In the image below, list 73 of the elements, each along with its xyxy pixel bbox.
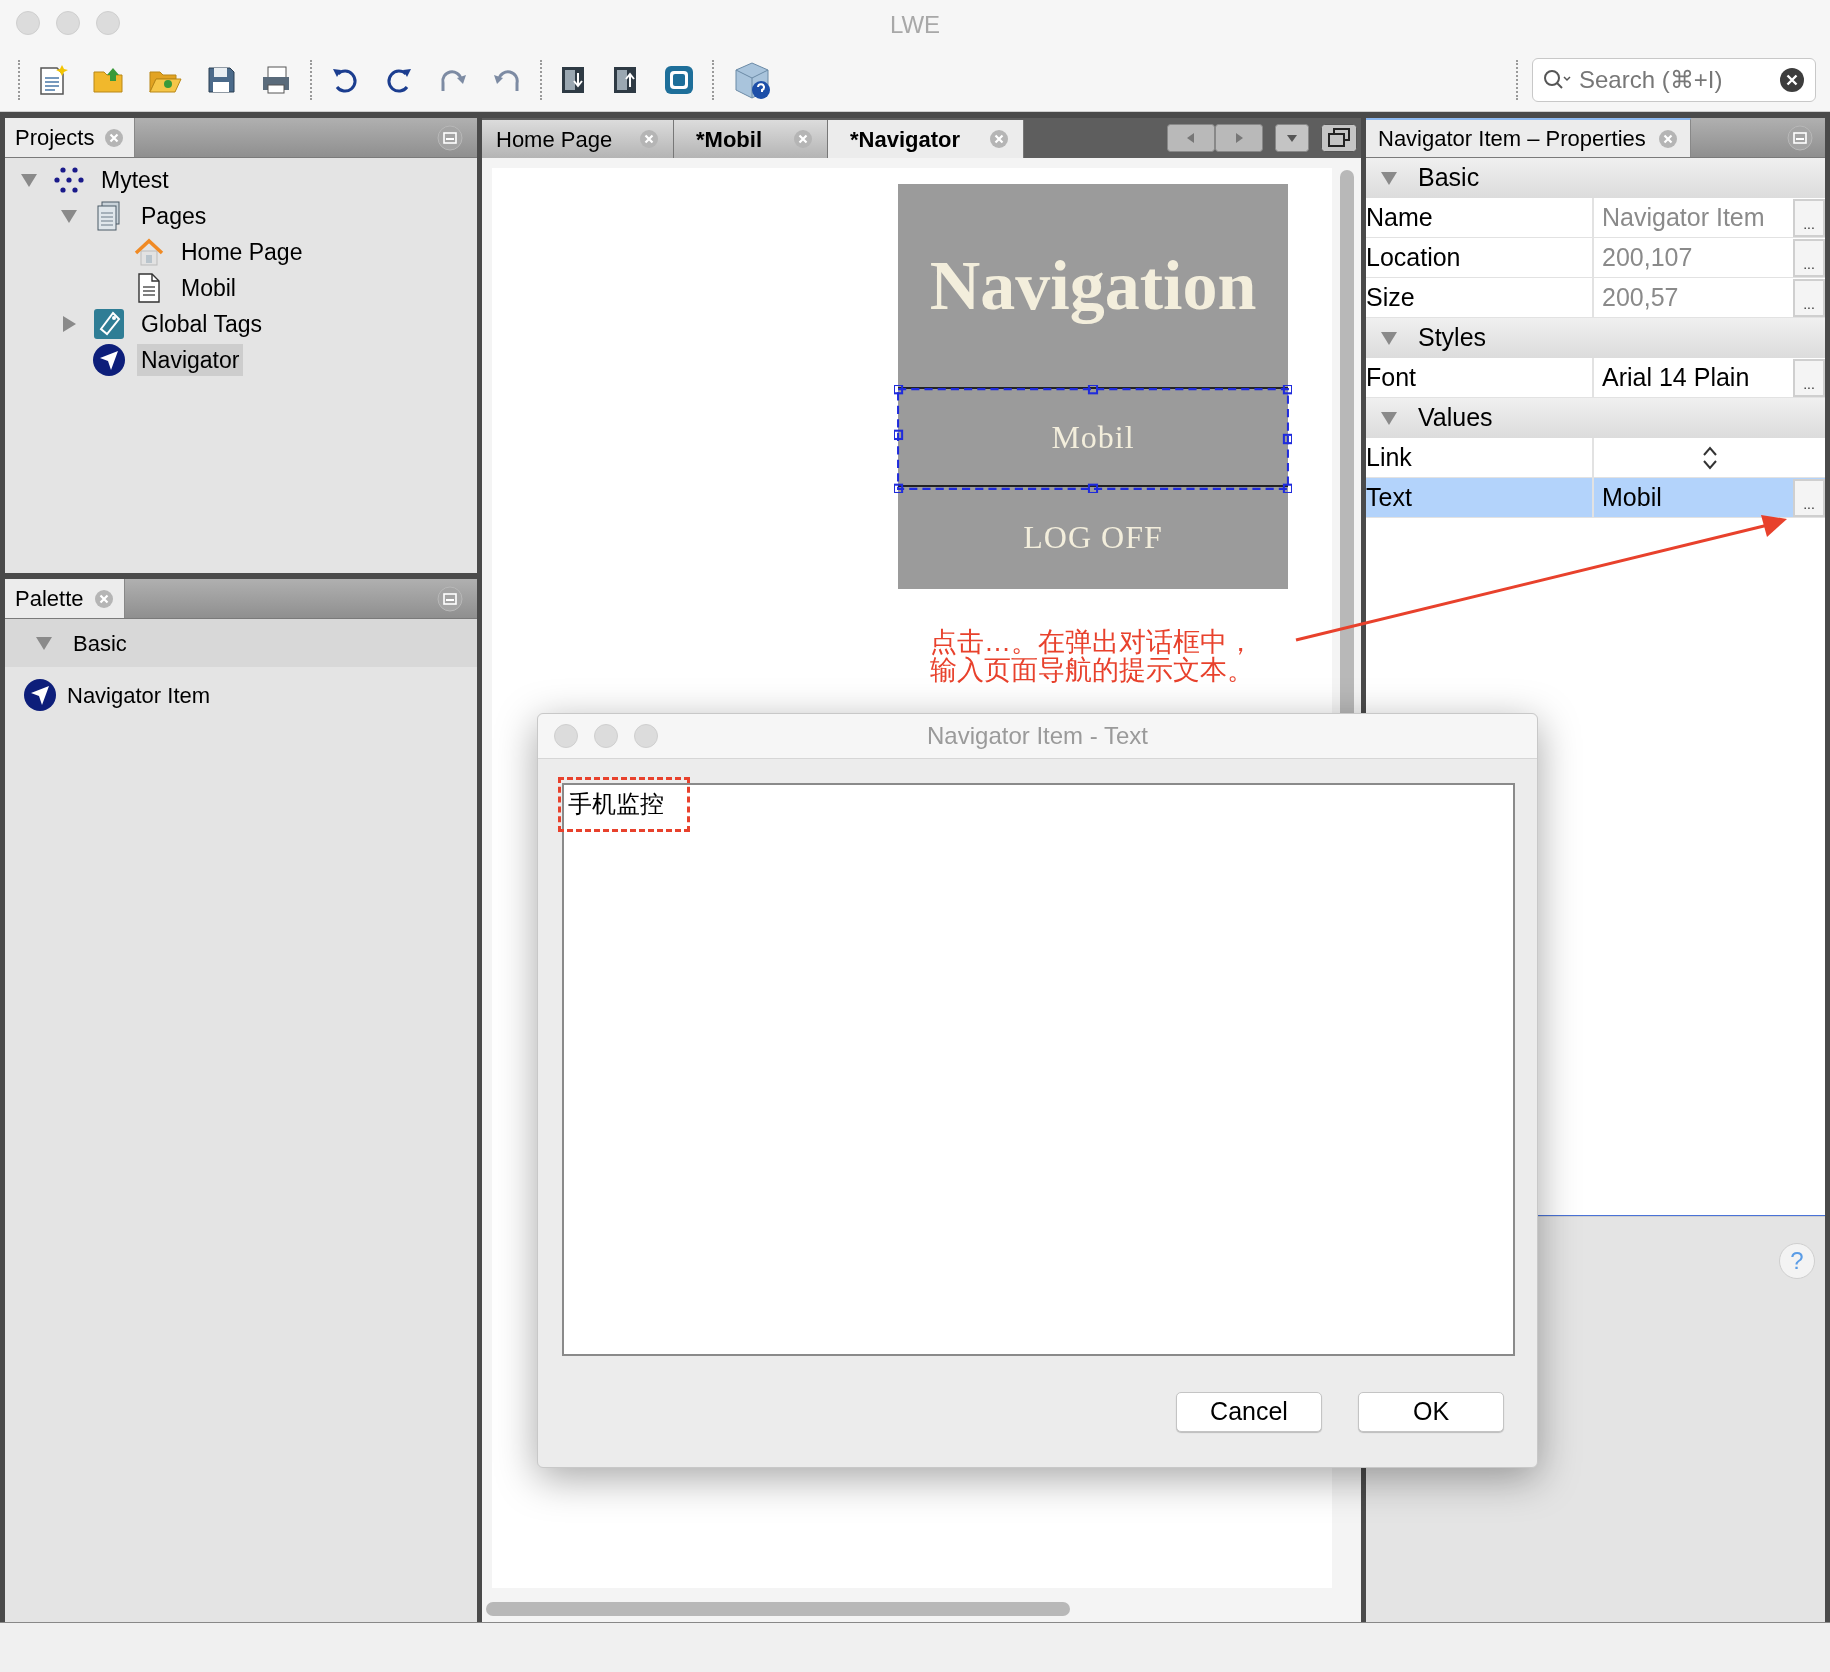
- ellipsis-button[interactable]: ...: [1793, 358, 1825, 397]
- search-field[interactable]: Search (⌘+I): [1579, 62, 1773, 98]
- collapse-triangle-icon[interactable]: [60, 208, 78, 224]
- panel-tab[interactable]: Projects: [5, 118, 136, 157]
- clear-search-icon[interactable]: [1779, 67, 1805, 93]
- help-cube-icon[interactable]: [732, 60, 772, 100]
- collapse-triangle-icon[interactable]: [20, 172, 38, 188]
- tree-item[interactable]: Navigator: [137, 344, 244, 376]
- restore-window-button[interactable]: [1321, 124, 1357, 152]
- horizontal-scrollbar[interactable]: [486, 1602, 1070, 1616]
- house-icon: [134, 238, 164, 266]
- tree-item[interactable]: Home Page: [177, 236, 307, 268]
- ellipsis-button[interactable]: ...: [1793, 478, 1825, 517]
- document-icon: [136, 273, 162, 303]
- close-icon[interactable]: [104, 127, 125, 148]
- save-icon[interactable]: [206, 65, 236, 95]
- collapse-triangle-icon[interactable]: [1380, 330, 1398, 346]
- close-icon[interactable]: [639, 129, 659, 149]
- editor-tab[interactable]: *Navigator: [828, 120, 1024, 158]
- panel-tab[interactable]: Palette: [5, 579, 125, 618]
- close-icon[interactable]: [93, 588, 114, 609]
- property-value[interactable]: Arial 14 Plain: [1594, 358, 1793, 397]
- dialog-title: Navigator Item - Text: [927, 721, 1148, 751]
- panel-tab[interactable]: Navigator Item – Properties: [1366, 118, 1691, 157]
- palette-item[interactable]: Navigator Item: [5, 667, 477, 723]
- property-section-header[interactable]: Values: [1366, 398, 1825, 438]
- new-document-icon[interactable]: [38, 64, 68, 96]
- selection-frame[interactable]: [894, 385, 1292, 493]
- property-section-header[interactable]: Basic: [1366, 158, 1825, 198]
- close-icon[interactable]: [1657, 128, 1678, 149]
- palette-group-header[interactable]: Basic: [5, 619, 477, 667]
- property-name: Size: [1366, 281, 1415, 313]
- minimize-icon[interactable]: [437, 124, 463, 151]
- editor-tab[interactable]: *Mobil: [674, 120, 828, 158]
- property-name: Location: [1366, 241, 1461, 273]
- close-icon[interactable]: [989, 129, 1009, 149]
- printer-icon[interactable]: [260, 65, 292, 95]
- collapse-triangle-icon[interactable]: [1380, 410, 1398, 426]
- tag-icon: [93, 308, 125, 340]
- property-name: Font: [1366, 361, 1417, 393]
- property-name: Link: [1366, 441, 1412, 473]
- scroll-right-button[interactable]: [1215, 124, 1263, 152]
- folder-icon[interactable]: [92, 66, 124, 94]
- minimize-icon[interactable]: [1787, 124, 1813, 151]
- dialog-button[interactable]: OK: [1358, 1391, 1504, 1432]
- property-row[interactable]: Text Mobil ...: [1366, 478, 1825, 518]
- dots-icon: [54, 167, 84, 193]
- tree-item[interactable]: Global Tags: [137, 308, 267, 340]
- scroll-left-button[interactable]: [1167, 124, 1215, 152]
- dialog-button[interactable]: Cancel: [1176, 1391, 1322, 1432]
- property-name: Text: [1366, 481, 1412, 513]
- window-title: LWE: [889, 9, 941, 40]
- text-area[interactable]: 手机监控: [562, 783, 1515, 1356]
- tree-item[interactable]: Mytest: [97, 164, 173, 196]
- annotation-text: 点击…。在弹出对话框中，: [930, 628, 1254, 656]
- expand-triangle-icon[interactable]: [61, 315, 77, 333]
- property-section-header[interactable]: Styles: [1366, 318, 1825, 358]
- tree-item[interactable]: Pages: [137, 200, 211, 232]
- screen-icon[interactable]: [664, 65, 694, 95]
- collapse-triangle-icon[interactable]: [1380, 170, 1398, 186]
- tree-item[interactable]: Mobil: [177, 272, 240, 304]
- property-value[interactable]: Mobil: [1594, 478, 1793, 517]
- annotation-text: 输入页面导航的提示文本。: [930, 656, 1254, 684]
- minimize-icon[interactable]: [437, 585, 463, 612]
- collapse-triangle-icon[interactable]: [35, 635, 53, 651]
- documents-icon: [95, 201, 123, 231]
- editor-tab[interactable]: Home Page: [482, 120, 674, 158]
- property-name: Name: [1366, 201, 1433, 233]
- tab-list-dropdown-button[interactable]: [1275, 124, 1309, 152]
- close-icon[interactable]: [793, 129, 813, 149]
- navigator-title: Navigation: [928, 246, 1258, 326]
- search-box[interactable]: Search (⌘+I): [1532, 58, 1816, 102]
- up-down-chevron-icon[interactable]: [1701, 444, 1718, 471]
